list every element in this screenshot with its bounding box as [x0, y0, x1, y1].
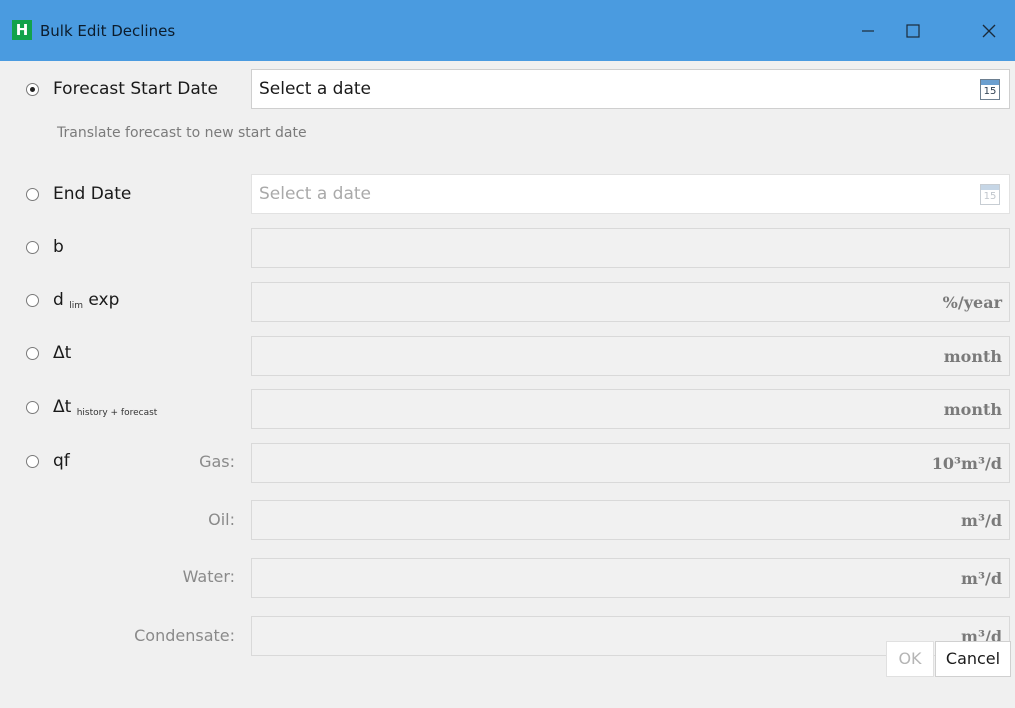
- dt-field[interactable]: month: [251, 336, 1010, 376]
- oil-field[interactable]: m³/d: [251, 500, 1010, 540]
- forecast-start-label: Forecast Start Date: [53, 79, 218, 99]
- water-unit: m³/d: [961, 569, 1002, 588]
- close-button[interactable]: [966, 13, 1012, 49]
- end-date-label: End Date: [53, 184, 132, 204]
- oil-unit: m³/d: [961, 511, 1002, 530]
- forecast-start-hint: Translate forecast to new start date: [57, 125, 307, 141]
- condensate-label: Condensate:: [134, 626, 235, 645]
- calendar-icon[interactable]: 15: [980, 184, 1000, 205]
- dialog-body: Forecast Start Date Select a date 15 Tra…: [0, 61, 1015, 708]
- dt-history-forecast-unit: month: [943, 400, 1002, 419]
- end-date-placeholder: Select a date: [259, 184, 372, 204]
- dlim-unit: %/year: [942, 293, 1002, 312]
- dt-label: Δt: [53, 343, 72, 363]
- dt-history-forecast-field[interactable]: month: [251, 389, 1010, 429]
- gas-label: Gas:: [199, 452, 235, 471]
- title-bar: H Bulk Edit Declines: [0, 0, 1015, 61]
- b-radio[interactable]: [26, 241, 39, 254]
- water-label: Water:: [182, 567, 235, 586]
- close-icon: [982, 24, 996, 38]
- oil-label: Oil:: [208, 510, 235, 529]
- dlim-label: d lim exp: [53, 290, 120, 311]
- forecast-start-placeholder: Select a date: [259, 79, 372, 99]
- b-field[interactable]: [251, 228, 1010, 268]
- dt-radio[interactable]: [26, 347, 39, 360]
- b-label: b: [53, 237, 64, 257]
- cancel-button[interactable]: Cancel: [935, 641, 1011, 677]
- forecast-start-radio[interactable]: [26, 83, 39, 96]
- water-field[interactable]: m³/d: [251, 558, 1010, 598]
- qf-radio[interactable]: [26, 455, 39, 468]
- gas-field[interactable]: 10³m³/d: [251, 443, 1010, 483]
- app-logo-icon: H: [12, 20, 32, 40]
- end-date-radio[interactable]: [26, 188, 39, 201]
- gas-unit: 10³m³/d: [931, 454, 1002, 473]
- qf-label: qf: [53, 451, 70, 471]
- dt-history-forecast-radio[interactable]: [26, 401, 39, 414]
- dlim-radio[interactable]: [26, 294, 39, 307]
- dt-unit: month: [943, 347, 1002, 366]
- maximize-button[interactable]: [890, 13, 936, 49]
- forecast-start-date-field[interactable]: Select a date 15: [251, 69, 1010, 109]
- window-title: Bulk Edit Declines: [40, 22, 176, 40]
- dlim-field[interactable]: %/year: [251, 282, 1010, 322]
- minimize-icon: [862, 30, 874, 32]
- dt-history-forecast-label: Δt history + forecast: [53, 397, 158, 418]
- maximize-icon: [906, 24, 920, 38]
- minimize-button[interactable]: [845, 13, 891, 49]
- calendar-icon[interactable]: 15: [980, 79, 1000, 100]
- ok-button[interactable]: OK: [886, 641, 934, 677]
- end-date-field[interactable]: Select a date 15: [251, 174, 1010, 214]
